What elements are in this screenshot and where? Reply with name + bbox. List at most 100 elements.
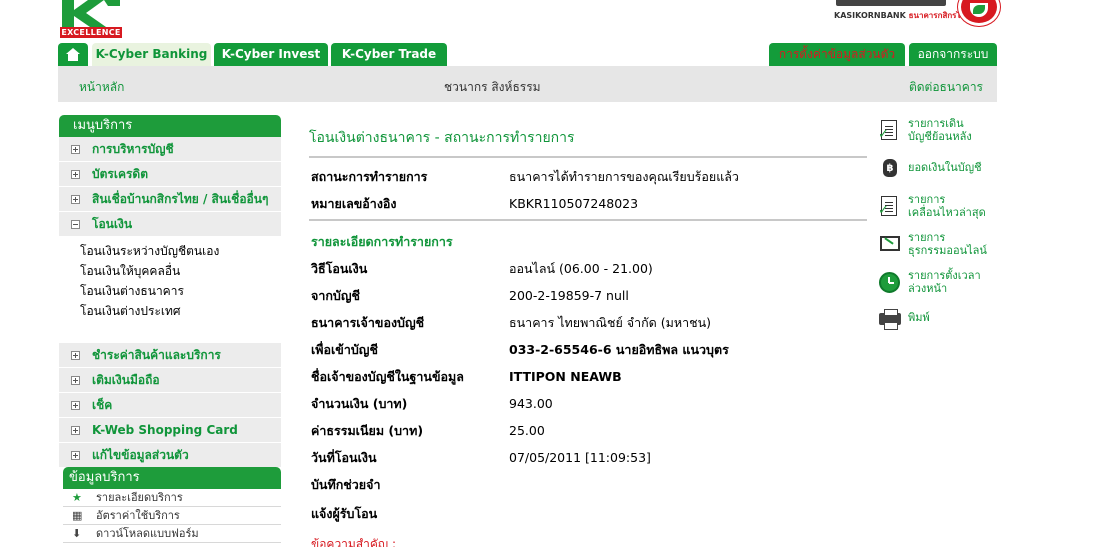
logo-label: EXCELLENCE [60,27,122,38]
expand-icon[interactable] [71,451,80,460]
menu-item-label: แก้ไขข้อมูลส่วนตัว [92,448,189,462]
home-icon [66,48,80,61]
detail-row: ค่าธรรมเนียม (บาท) 25.00 [309,417,867,444]
submenu-transfer-international[interactable]: โอนเงินต่างประเทศ [80,301,281,321]
info-item-label: รายละเอียดบริการ [96,491,183,504]
expand-icon[interactable] [71,145,80,154]
row-label: ชื่อเจ้าของบัญชีในฐานข้อมูล [311,369,464,384]
row-value: ITTIPON NEAWB [509,369,622,384]
status-row: สถานะการทำรายการ ธนาคารได้ทำรายการของคุณ… [309,163,867,190]
quick-link-online-transactions[interactable]: รายการ ธุรกรรมออนไลน์ [876,231,996,269]
clock-icon [878,271,900,293]
money-bag-icon: ฿ [878,157,900,179]
row-value: 200-2-19859-7 null [509,288,629,303]
menu-item-label: เติมเงินมือถือ [92,373,160,387]
info-item-service-details[interactable]: ★ รายละเอียดบริการ [63,489,281,507]
k-excellence-logo: EXCELLENCE [60,0,122,38]
row-label: วิธีโอนเงิน [311,261,368,276]
transfer-status-panel: โอนเงินต่างธนาคาร - สถานะการทำรายการ สถา… [309,118,867,529]
detail-row: ชื่อเจ้าของบัญชีในฐานข้อมูล ITTIPON NEAW… [309,363,867,390]
info-item-label: ดาวน์โหลดแบบฟอร์ม [96,527,199,540]
tab-logout[interactable]: ออกจากระบบ [909,43,997,66]
row-value: ธนาคารได้ทำรายการของคุณเรียบร้อยแล้ว [509,169,739,184]
service-info: ข้อมูลบริการ ★ รายละเอียดบริการ ▦ อัตราค… [63,467,281,543]
row-value: 07/05/2011 [11:09:53] [509,450,651,465]
tab-k-cyber-invest[interactable]: K-Cyber Invest [214,43,328,66]
tab-k-cyber-banking[interactable]: K-Cyber Banking [92,43,211,66]
submenu-transfer-other-banks[interactable]: โอนเงินต่างธนาคาร [80,281,281,301]
menu-item-account-management[interactable]: การบริหารบัญชี [59,137,281,162]
info-item-fees[interactable]: ▦ อัตราค่าใช้บริการ [63,507,281,525]
row-label: วันที่โอนเงิน [311,450,377,465]
quick-link-scheduled[interactable]: รายการตั้งเวลา ล่วงหน้า [876,269,996,307]
row-value: ธนาคาร ไทยพาณิชย์ จำกัด (มหาชน) [509,315,712,330]
expand-icon[interactable] [71,401,80,410]
row-value: 943.00 [509,396,553,411]
submenu-transfer-own-accounts[interactable]: โอนเงินระหว่างบัญชีตนเอง [80,241,281,261]
printer-icon [878,309,901,331]
tab-home[interactable] [58,43,88,66]
menu-item-k-web-shopping-card[interactable]: K-Web Shopping Card [59,418,281,443]
menu-item-label: การบริหารบัญชี [92,142,174,156]
quick-link-balance[interactable]: ฿ ยอดเงินในบัญชี [876,155,996,193]
quick-link-recent-transactions[interactable]: ✓ รายการ เคลื่อนไหวล่าสุด [876,193,996,231]
menu-item-label: โอนเงิน [92,217,133,231]
detail-row: จำนวนเงิน (บาท) 943.00 [309,390,867,417]
menu-item-credit-card[interactable]: บัตรเครดิต [59,162,281,187]
quick-link-label: รายการตั้งเวลา ล่วงหน้า [908,269,981,295]
quick-link-print[interactable]: พิมพ์ [876,307,996,345]
calculator-icon: ▦ [72,509,83,522]
menu-item-label: เช็ค [92,398,113,412]
home-link[interactable]: หน้าหลัก [79,78,124,97]
expand-icon[interactable] [71,170,80,179]
service-info-header: ข้อมูลบริการ [63,467,281,489]
menu-item-home-loans[interactable]: สินเชื่อบ้านกสิกรไทย / สินเชื่ออื่นๆ [59,187,281,212]
menu-item-label: K-Web Shopping Card [92,423,238,437]
row-value: 033-2-65546-6 นายอิทธิพล แนวบุตร [509,342,729,357]
service-menu: เมนูบริการ การบริหารบัญชี บัตรเครดิต สิน… [59,115,281,468]
row-label: ค่าธรรมเนียม (บาท) [311,423,424,438]
contact-bank-link[interactable]: ติดต่อธนาคาร [909,78,983,97]
expand-icon[interactable] [71,351,80,360]
detail-row: บันทึกช่วยจำ [309,471,867,498]
info-item-download-forms[interactable]: ⬇ ดาวน์โหลดแบบฟอร์ม [63,525,281,543]
quick-link-label: รายการเดิน บัญชีย้อนหลัง [908,117,972,143]
info-item-label: อัตราค่าใช้บริการ [96,509,180,522]
menu-item-edit-profile[interactable]: แก้ไขข้อมูลส่วนตัว [59,443,281,468]
menu-item-label: บัตรเครดิต [92,167,149,181]
quick-link-statement-history[interactable]: ✓ รายการเดิน บัญชีย้อนหลัง [876,117,996,155]
kasikornbank-logo: KASIKORNBANK ธนาคารกสิกรไทย [830,0,1000,28]
collapse-icon[interactable] [71,220,80,229]
row-label: ธนาคารเจ้าของบัญชี [311,315,425,330]
detail-row: วิธีโอนเงิน ออนไลน์ (06.00 - 21.00) [309,255,867,282]
detail-row: เพื่อเข้าบัญชี 033-2-65546-6 นายอิทธิพล … [309,336,867,363]
expand-icon[interactable] [71,426,80,435]
menu-item-label: ชำระค่าสินค้าและบริการ [92,348,221,362]
tab-k-cyber-trade[interactable]: K-Cyber Trade [331,43,447,66]
quick-link-label: รายการ ธุรกรรมออนไลน์ [908,231,987,257]
menu-item-transfer[interactable]: โอนเงิน [59,212,281,237]
expand-icon[interactable] [71,376,80,385]
download-icon: ⬇ [72,527,82,540]
important-note-label: ข้อความสำคัญ : [311,537,396,547]
submenu-transfer-to-others[interactable]: โอนเงินให้บุคคลอื่น [80,261,281,281]
menu-item-mobile-topup[interactable]: เติมเงินมือถือ [59,368,281,393]
transfer-submenu: โอนเงินระหว่างบัญชีตนเอง โอนเงินให้บุคคล… [59,237,281,343]
row-label: หมายเลขอ้างอิง [311,196,397,211]
expand-icon[interactable] [71,195,80,204]
top-tab-bar: K-Cyber Banking K-Cyber Invest K-Cyber T… [58,43,998,66]
quick-link-label: รายการ เคลื่อนไหวล่าสุด [908,193,986,219]
statement-icon: ✓ [878,119,900,141]
service-menu-header: เมนูบริการ [59,115,281,137]
recent-transactions-icon: ✓ [878,195,900,217]
bank-name: KASIKORNBANK ธนาคารกสิกรไทย [834,9,970,22]
tab-personal-settings[interactable]: การตั้งค่าข้อมูลส่วนตัว [769,43,905,66]
menu-item-label: สินเชื่อบ้านกสิกรไทย / สินเชื่ออื่นๆ [92,192,269,206]
bank-name-en: KASIKORNBANK [834,11,906,20]
quick-link-label: ยอดเงินในบัญชี [908,161,982,174]
detail-row: จากบัญชี 200-2-19859-7 null [309,282,867,309]
menu-item-cheque[interactable]: เช็ค [59,393,281,418]
detail-row: ธนาคารเจ้าของบัญชี ธนาคาร ไทยพาณิชย์ จำก… [309,309,867,336]
menu-item-bill-payment[interactable]: ชำระค่าสินค้าและบริการ [59,343,281,368]
row-value: KBKR110507248023 [509,196,639,211]
